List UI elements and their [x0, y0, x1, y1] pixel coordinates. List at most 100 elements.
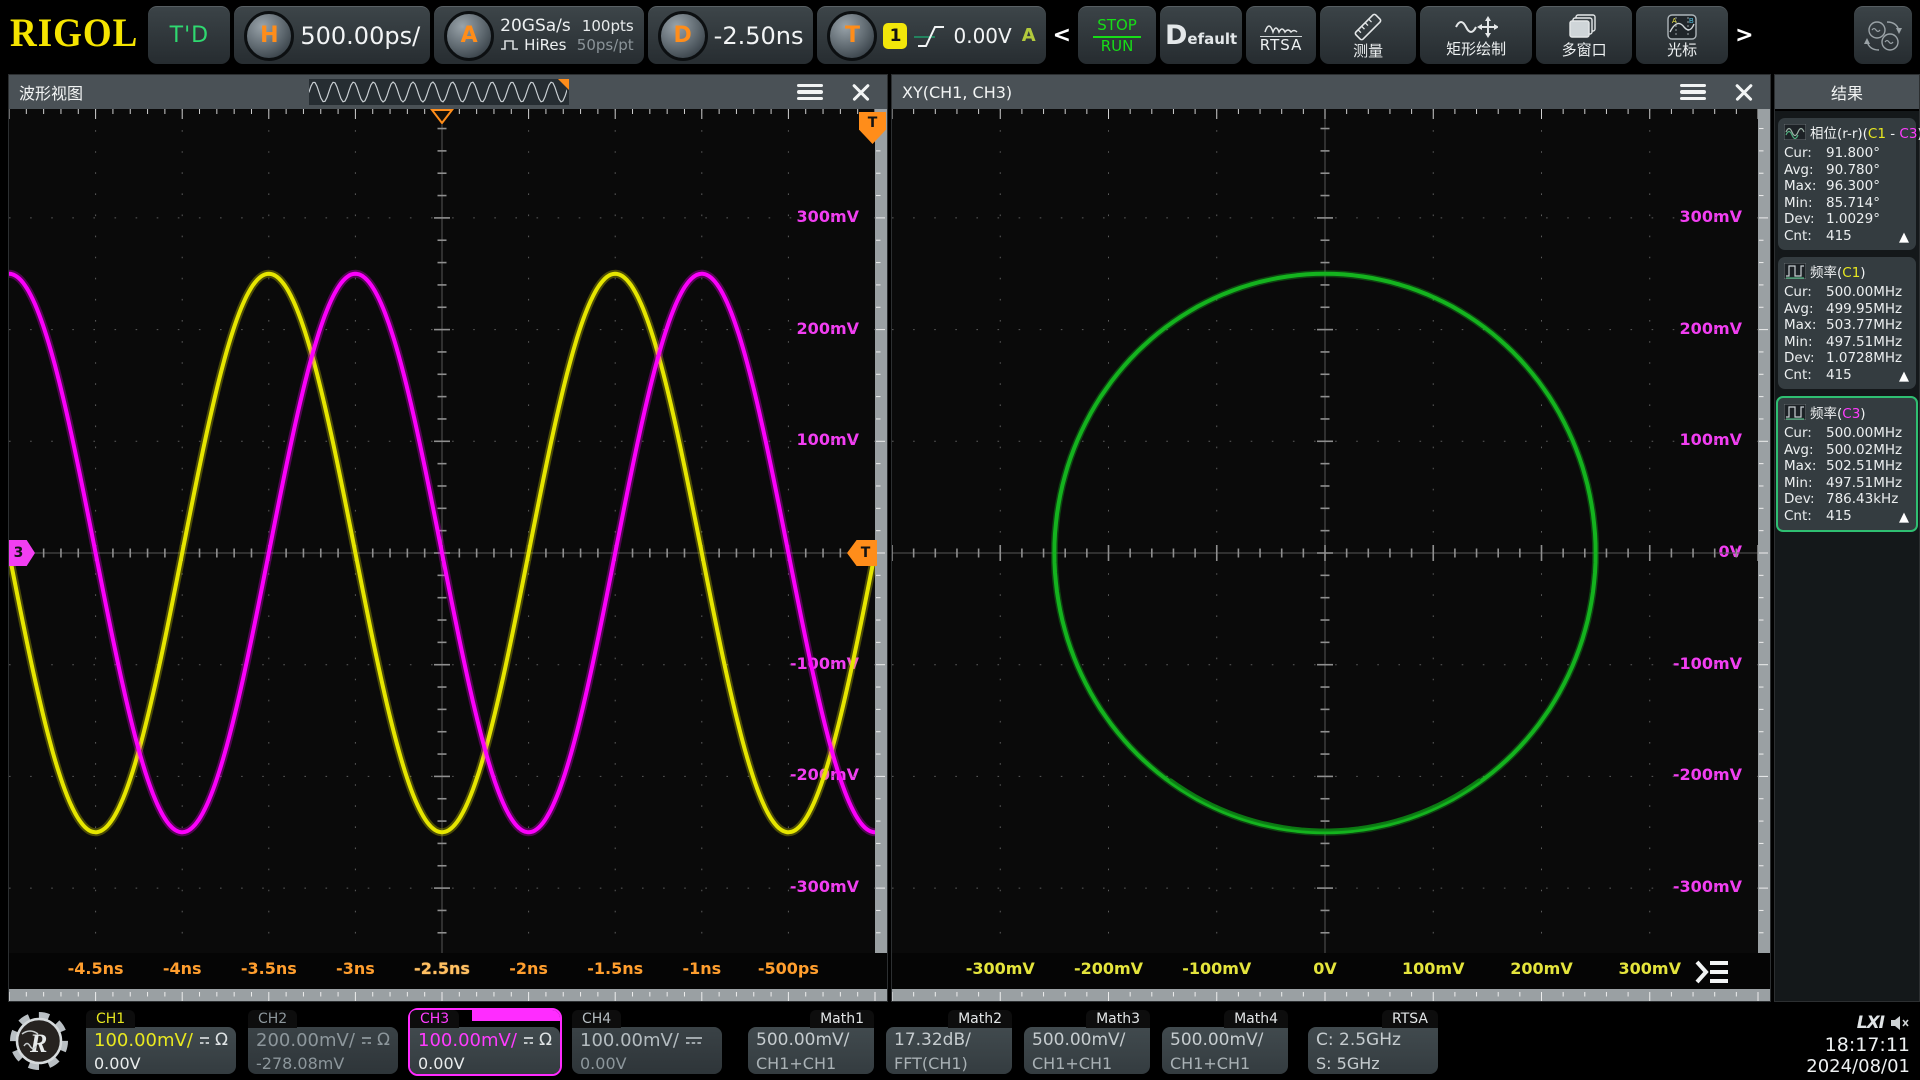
- stacked-windows-icon: [1569, 14, 1599, 40]
- time-axis-tick-label: -2ns: [479, 959, 579, 978]
- speaker-muted-icon[interactable]: [1890, 1015, 1910, 1031]
- acquisition-group[interactable]: A 20GSa/s HiRes 100pts 50ps/pt: [434, 6, 644, 64]
- waveform-time-axis: -4.5ns-4ns-3.5ns-3ns-2.5ns-2ns-1.5ns-1ns…: [9, 953, 887, 989]
- math3-tile[interactable]: Math3 500.00mV/ CH1+CH1: [1024, 1010, 1150, 1074]
- meas-row: Min:497.51MHz: [1784, 475, 1911, 492]
- measurement-card-freq-c3[interactable]: 频率(C3) Cur:500.00MHz Avg:500.02MHz Max:5…: [1776, 396, 1918, 532]
- waveform-menu-icon[interactable]: [797, 84, 823, 101]
- trigger-group[interactable]: T 1 0.00V A: [817, 6, 1045, 64]
- meas-row: Avg:499.95MHz: [1784, 301, 1911, 318]
- measurement-card-phase[interactable]: 相位(r-r)(C1 - C3) Cur:91.800° Avg:90.780°…: [1778, 118, 1916, 250]
- math4-scale: 500.00mV/: [1170, 1029, 1280, 1052]
- xy-panel-title: XY(CH1, CH3): [902, 83, 1012, 102]
- channel-tile-ch1[interactable]: CH1 100.00mV/ Ω 0.00V: [86, 1010, 236, 1074]
- meas-row: Min:85.714°: [1784, 195, 1911, 212]
- run-stop-button[interactable]: STOP RUN: [1078, 6, 1156, 64]
- waveform-grid: 300mV200mV100mV-100mV-200mV-300mV: [9, 109, 875, 953]
- meas-row: Min:497.51MHz: [1784, 334, 1911, 351]
- xy-x-tick-label: 100mV: [1383, 959, 1483, 978]
- delay-group[interactable]: D -2.50ns: [648, 6, 814, 64]
- results-title: 结果: [1775, 75, 1919, 111]
- ch4-scale: 100.00mV/: [580, 1029, 679, 1052]
- xy-panel-header: XY(CH1, CH3): [892, 75, 1770, 109]
- math3-label: Math3: [1086, 1010, 1150, 1028]
- xy-vertical-ruler[interactable]: [1758, 109, 1770, 953]
- cursor-label: 光标: [1667, 42, 1697, 58]
- system-gear-button[interactable]: R: [8, 1010, 70, 1076]
- ruler-icon: [1353, 13, 1383, 41]
- multi-window-button[interactable]: 多窗口: [1536, 6, 1632, 64]
- horizontal-knob[interactable]: H: [244, 11, 294, 61]
- collapse-triangle-icon[interactable]: ▲: [1899, 510, 1909, 527]
- trigger-knob[interactable]: T: [827, 11, 877, 61]
- collapse-triangle-icon[interactable]: ▲: [1899, 369, 1909, 386]
- rtsa-spectrum-icon: [1263, 18, 1299, 34]
- math4-tile[interactable]: Math4 500.00mV/ CH1+CH1: [1162, 1010, 1288, 1074]
- xy-x-tick-label: 200mV: [1492, 959, 1592, 978]
- math1-expression: CH1+CH1: [756, 1052, 866, 1075]
- phase-measure-icon: [1784, 124, 1806, 140]
- default-button[interactable]: Default: [1160, 6, 1242, 64]
- toolbar-expand-chevron[interactable]: >: [1732, 23, 1756, 48]
- meas-row: Cnt:415▲: [1784, 367, 1911, 384]
- clock-block: LXI 18:17:11 2024/08/01: [1806, 1012, 1910, 1078]
- time-axis-tick-label: -4ns: [132, 959, 232, 978]
- xy-horizontal-ruler[interactable]: [892, 989, 1770, 1001]
- measurement-card-freq-c1[interactable]: 频率(C1) Cur:500.00MHz Avg:499.95MHz Max:5…: [1778, 257, 1916, 389]
- multi-window-label: 多窗口: [1562, 42, 1607, 58]
- ch2-offset: -278.08mV: [256, 1052, 390, 1075]
- results-expand-icon[interactable]: [1692, 957, 1732, 991]
- toolbar-collapse-chevron[interactable]: <: [1050, 23, 1074, 48]
- meas-row: Max:502.51MHz: [1784, 458, 1911, 475]
- channel-tile-ch2[interactable]: CH2 200.00mV/ Ω -278.08mV: [248, 1010, 398, 1074]
- default-label-cap: D: [1165, 20, 1187, 51]
- waveform-loop-button[interactable]: [1854, 6, 1912, 64]
- ch4-label: CH4: [572, 1010, 621, 1028]
- math1-tile[interactable]: Math1 500.00mV/ CH1+CH1: [748, 1010, 874, 1074]
- xy-close-icon[interactable]: [1734, 82, 1754, 102]
- ch3-label: CH3: [410, 1010, 459, 1028]
- math2-scale: 17.32dB/: [894, 1029, 1004, 1052]
- meas-name: 频率(C3): [1810, 402, 1866, 422]
- waveform-close-icon[interactable]: [851, 82, 871, 102]
- svg-text:B: B: [1689, 18, 1694, 25]
- waveform-view-panel: 波形视图 300mV200mV100mV-100mV-200mV-300mV T…: [8, 74, 888, 1002]
- math2-tile[interactable]: Math2 17.32dB/ FFT(CH1): [886, 1010, 1012, 1074]
- ch4-offset: 0.00V: [580, 1052, 714, 1075]
- default-label-rest: efault: [1187, 30, 1237, 48]
- rigol-gear-icon: R: [8, 1010, 70, 1072]
- acquire-mode: HiRes: [524, 36, 566, 55]
- waveform-vertical-ruler[interactable]: [875, 109, 887, 953]
- freq-measure-icon: [1784, 263, 1806, 279]
- xy-x-tick-label: -100mV: [1167, 959, 1267, 978]
- acquire-knob[interactable]: A: [444, 11, 494, 61]
- xy-menu-icon[interactable]: [1680, 84, 1706, 101]
- sample-rate: 20GSa/s: [500, 17, 571, 36]
- time-axis-tick-label: -2.5ns: [392, 959, 492, 978]
- rtsa-tile[interactable]: RTSA C: 2.5GHz S: 5GHz: [1308, 1010, 1438, 1074]
- rtsa-button[interactable]: RTSA: [1246, 6, 1316, 64]
- horizontal-scale-group[interactable]: H 500.00ps/: [234, 6, 430, 64]
- meas-row: Max:503.77MHz: [1784, 317, 1911, 334]
- channel-tile-ch4[interactable]: CH4 100.00mV/ 0.00V: [572, 1010, 722, 1074]
- delay-knob[interactable]: D: [658, 11, 708, 61]
- math2-label: Math2: [948, 1010, 1012, 1028]
- waveform-preview-strip[interactable]: [309, 79, 569, 105]
- time-axis-tick-label: -3ns: [305, 959, 405, 978]
- trigger-status-button[interactable]: T'D: [148, 6, 230, 64]
- sample-interval: 50ps/pt: [577, 36, 634, 55]
- xy-x-tick-label: 300mV: [1600, 959, 1700, 978]
- preview-corner-marker: [558, 79, 569, 90]
- math3-scale: 500.00mV/: [1032, 1029, 1142, 1052]
- measure-button[interactable]: 测量: [1320, 6, 1416, 64]
- oscilloscope-screen: RIGOL T'D H 500.00ps/ A 20GSa/s HiRes 10…: [0, 0, 1920, 1080]
- math3-expression: CH1+CH1: [1032, 1052, 1142, 1075]
- rect-draw-button[interactable]: 矩形绘制: [1420, 6, 1532, 64]
- meas-row: Avg:90.780°: [1784, 162, 1911, 179]
- cursor-button[interactable]: A B 光标: [1636, 6, 1728, 64]
- horizontal-offset-value: -2.50ns: [714, 22, 804, 50]
- collapse-triangle-icon[interactable]: ▲: [1899, 230, 1909, 247]
- waveform-horizontal-ruler[interactable]: [9, 989, 887, 1001]
- channel-tile-ch3[interactable]: CH3 100.00mV/ Ω 0.00V: [410, 1010, 560, 1074]
- math1-label: Math1: [810, 1010, 874, 1028]
